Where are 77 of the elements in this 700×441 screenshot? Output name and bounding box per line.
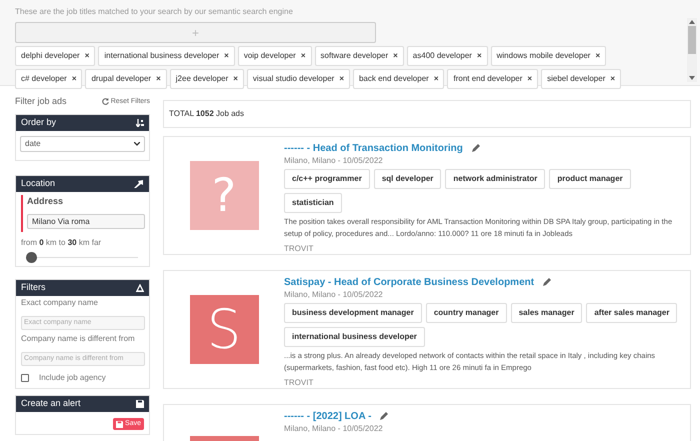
tag-remove-button[interactable]: × [476, 52, 482, 60]
tag-remove-button[interactable]: × [300, 52, 306, 60]
tag-label: software developer [320, 50, 388, 62]
job-title-link[interactable]: ------ - [2022] LOA - [284, 409, 372, 424]
job-location: Milano, Milano - 10/05/2022 [284, 156, 384, 166]
job-location: Milano, Milano - 10/05/2022 [284, 424, 384, 434]
pencil-icon[interactable] [542, 278, 552, 287]
tag-remove-button[interactable]: × [595, 52, 600, 60]
scrollbar[interactable] [687, 18, 697, 82]
tag-label: siebel developer [547, 73, 606, 85]
tag-label: voip developer [244, 50, 296, 62]
save-icon [116, 420, 124, 428]
order-select[interactable]: date [20, 136, 145, 152]
skill-tag: after sales manager [586, 303, 678, 323]
scroll-up-icon[interactable] [689, 20, 695, 24]
panel-title: Order by [21, 116, 56, 129]
job-source: TROVIT [284, 377, 314, 389]
tag-remove-button[interactable]: × [233, 75, 238, 83]
tag-label: front end developer [453, 73, 522, 85]
field-label: Company name is different from [21, 334, 136, 344]
tag-label: back end developer [358, 73, 429, 85]
tag-label: international business developer [104, 50, 220, 62]
tag-label: c# developer [21, 73, 67, 85]
distance-range-text: from 0 km to 30 km far [21, 237, 102, 249]
slider-thumb[interactable] [26, 252, 37, 263]
company-logo: S [190, 295, 258, 364]
company-logo: ? [190, 161, 258, 230]
tag-remove-button[interactable]: × [156, 75, 161, 83]
tag-label: drupal developer [91, 73, 152, 85]
address-field[interactable]: Milano Via roma [27, 214, 145, 229]
sort-icon[interactable] [136, 118, 144, 126]
slider-track[interactable] [26, 252, 138, 263]
panel-title: Location [21, 176, 56, 190]
tag-label: j2ee developer [176, 73, 228, 85]
tag-label: windows mobile developer [496, 50, 590, 62]
chevron-down-icon [134, 142, 140, 146]
tag-remove-button[interactable]: × [434, 75, 438, 83]
filter-title: Filter job ads [15, 95, 67, 108]
tag-remove-button[interactable]: × [610, 75, 616, 83]
pencil-icon[interactable] [379, 412, 388, 421]
job-location: Milano, Milano - 10/05/2022 [284, 290, 384, 300]
skill-tag: sql developer [374, 169, 442, 189]
skill-tag: international business developer [284, 327, 425, 347]
scrollbar-thumb[interactable] [688, 26, 696, 54]
tag-remove-button[interactable]: × [527, 75, 532, 83]
address-label: Address [27, 194, 64, 208]
tag-label: as400 developer [412, 50, 472, 62]
skill-tag: business development manager [284, 303, 422, 323]
search-caption: These are the job titles matched to your search by our semantic search engine [15, 7, 294, 17]
tag-remove-button[interactable]: × [339, 75, 344, 83]
skill-tag: c/c++ programmer [284, 169, 370, 189]
job-title-link[interactable]: ------ - Head of Transaction Monitoring [284, 141, 463, 156]
field-label: Exact company name [21, 298, 99, 308]
tag-label: delphi developer [21, 50, 80, 62]
job-source: TROVIT [284, 243, 314, 255]
scroll-down-icon[interactable] [689, 76, 695, 80]
save-icon[interactable] [136, 400, 144, 408]
pin-icon[interactable] [134, 180, 144, 188]
skill-tag: country manager [426, 303, 507, 323]
filter-icon[interactable] [136, 284, 144, 292]
skill-tag: network administrator [445, 169, 546, 189]
skill-tag: sales manager [510, 303, 582, 323]
agency-checkbox[interactable] [21, 374, 29, 382]
job-title-link[interactable]: Satispay - Head of Corporate Business Development [284, 275, 534, 290]
pencil-icon[interactable] [470, 144, 480, 153]
skill-tag: product manager [549, 169, 631, 189]
panel-title: Create an alert [21, 397, 81, 410]
tag-remove-button[interactable]: × [393, 52, 398, 60]
tag-label: visual studio developer [252, 73, 334, 85]
total-text: TOTAL 1052 Job ads [169, 108, 244, 120]
skill-tag: statistician [284, 193, 342, 213]
tag-remove-button[interactable]: × [224, 52, 229, 60]
checkbox-label: Include job agency [39, 372, 106, 384]
tag-remove-button[interactable]: × [84, 52, 90, 60]
panel-title: Filters [21, 281, 46, 294]
refresh-icon [102, 98, 109, 106]
tag-remove-button[interactable]: × [72, 75, 76, 83]
